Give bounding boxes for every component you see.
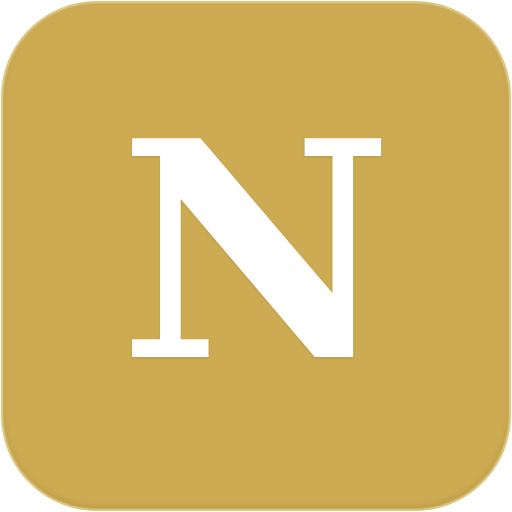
icon-canvas: N xyxy=(0,0,512,512)
app-icon-letter: N xyxy=(118,75,394,428)
